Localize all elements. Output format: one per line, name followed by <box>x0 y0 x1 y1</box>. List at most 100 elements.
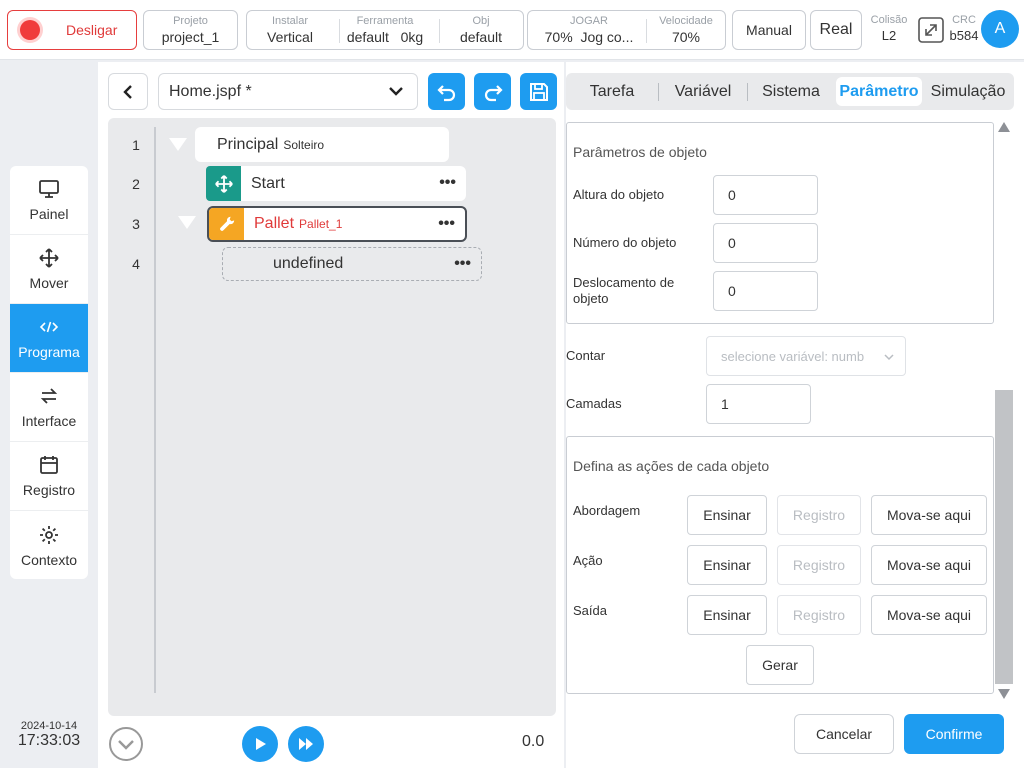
tab-bar: Tarefa Variável Sistema Parâmetro Simula… <box>566 73 1014 110</box>
nav-item-programa[interactable]: Programa <box>10 304 88 373</box>
crc-value: b584 <box>949 28 979 43</box>
tab-variavel[interactable]: Variável <box>659 73 747 110</box>
move-icon <box>206 166 241 201</box>
exit-record-button[interactable]: Registro <box>777 595 861 635</box>
tab-simulacao[interactable]: Simulação <box>924 73 1012 110</box>
cancel-button[interactable]: Cancelar <box>794 714 894 754</box>
count-select-placeholder: selecione variável: numb <box>721 348 865 364</box>
exit-move-here-button[interactable]: Mova-se aqui <box>871 595 987 635</box>
project-key: Projeto <box>173 15 208 27</box>
tree-node-principal[interactable]: Principal Solteiro <box>195 127 449 162</box>
install-tool-object-panel[interactable]: Instalar Vertical Ferramenta default 0kg… <box>246 10 524 50</box>
scroll-up-arrow-icon[interactable] <box>998 122 1010 132</box>
nav-label: Painel <box>29 206 69 222</box>
expand-icon[interactable] <box>918 17 944 43</box>
more-options-icon[interactable]: ••• <box>454 255 471 273</box>
action-move-here-button[interactable]: Mova-se aqui <box>871 545 987 585</box>
divider <box>646 19 647 43</box>
height-input[interactable]: 0 <box>713 175 818 215</box>
tool-weight: 0kg <box>400 29 424 45</box>
install-key: Instalar <box>271 15 309 27</box>
offset-label: Deslocamento de objeto <box>573 275 675 306</box>
jog-value: 70% <box>544 29 573 45</box>
install-value: Vertical <box>267 29 313 45</box>
more-options-icon[interactable]: ••• <box>439 174 456 192</box>
object-group-title: Parâmetros de objeto <box>573 144 707 160</box>
nav-item-registro[interactable]: Registro <box>10 442 88 511</box>
approach-move-here-button[interactable]: Mova-se aqui <box>871 495 987 535</box>
speed-readout: 0.0 <box>522 733 545 750</box>
power-indicator-icon <box>20 20 40 40</box>
date-text: 2024-10-14 <box>20 720 78 732</box>
tree-node-start[interactable]: Start ••• <box>206 166 466 201</box>
nav-item-interface[interactable]: Interface <box>10 373 88 442</box>
nav-item-painel[interactable]: Painel <box>10 166 88 235</box>
jog-key: JOGAR <box>570 15 608 27</box>
redo-button[interactable] <box>474 73 511 110</box>
wrench-icon <box>209 208 244 240</box>
top-bar: Desligar Projeto project_1 Instalar Vert… <box>0 0 1024 60</box>
collision-key: Colisão <box>870 14 908 26</box>
collapse-toggle-icon[interactable] <box>178 216 196 229</box>
nav-label: Contexto <box>20 551 78 568</box>
number-label: Número do objeto <box>573 235 677 250</box>
action-label: Ação <box>573 553 603 568</box>
gear-icon <box>40 525 58 544</box>
line-number: 4 <box>132 256 140 272</box>
collapse-toggle-icon[interactable] <box>169 138 187 151</box>
number-input[interactable]: 0 <box>713 223 818 263</box>
layers-input[interactable]: 1 <box>706 384 811 424</box>
jog-mode: Jog co... <box>580 29 634 45</box>
power-off-button[interactable]: Desligar <box>7 10 137 50</box>
generate-button[interactable]: Gerar <box>746 645 814 685</box>
line-number: 3 <box>132 216 140 232</box>
approach-teach-button[interactable]: Ensinar <box>687 495 767 535</box>
project-selector[interactable]: Projeto project_1 <box>143 10 238 50</box>
play-button[interactable] <box>242 726 278 762</box>
nav-item-contexto[interactable]: Contexto <box>10 511 88 579</box>
power-off-label: Desligar <box>66 22 118 38</box>
crc-key: CRC <box>952 14 976 26</box>
file-selector[interactable]: Home.jspf * <box>158 73 418 110</box>
tab-tarefa[interactable]: Tarefa <box>566 73 658 110</box>
fast-forward-icon <box>299 738 313 750</box>
offset-input[interactable]: 0 <box>713 271 818 311</box>
line-number: 1 <box>132 137 140 153</box>
exit-teach-button[interactable]: Ensinar <box>687 595 767 635</box>
manual-mode-button[interactable]: Manual <box>732 10 806 50</box>
action-record-button[interactable]: Registro <box>777 545 861 585</box>
action-teach-button[interactable]: Ensinar <box>687 545 767 585</box>
undo-button[interactable] <box>428 73 465 110</box>
node-name: undefined <box>273 255 344 272</box>
crc-indicator: CRC b584 <box>946 14 982 44</box>
tab-parametro[interactable]: Parâmetro <box>836 77 922 106</box>
scroll-down-arrow-icon[interactable] <box>998 689 1010 699</box>
scrollbar-thumb[interactable] <box>995 390 1013 684</box>
chevron-down-icon <box>884 354 894 361</box>
approach-record-button[interactable]: Registro <box>777 495 861 535</box>
back-button[interactable] <box>108 73 148 110</box>
play-icon <box>256 738 266 750</box>
user-avatar[interactable]: A <box>981 10 1019 48</box>
jog-speed-panel[interactable]: JOGAR 70% Jog co... Velocidade 70% <box>527 10 726 50</box>
chevron-left-icon <box>123 84 132 99</box>
tree-node-pallet[interactable]: Pallet Pallet_1 ••• <box>207 206 467 242</box>
save-icon <box>529 82 548 101</box>
speed-value: 70% <box>671 29 701 45</box>
scroll-down-button[interactable] <box>108 726 144 767</box>
more-options-icon[interactable]: ••• <box>438 215 455 233</box>
tab-sistema[interactable]: Sistema <box>748 73 834 110</box>
nav-item-mover[interactable]: Mover <box>10 235 88 304</box>
real-mode-button[interactable]: Real <box>810 10 862 50</box>
step-forward-button[interactable] <box>288 726 324 762</box>
side-navigation: Painel Mover Programa Interface Registro… <box>10 166 88 579</box>
count-variable-select[interactable]: selecione variável: numb <box>706 336 906 376</box>
divider <box>339 19 340 43</box>
save-button[interactable] <box>520 73 557 110</box>
confirm-button[interactable]: Confirme <box>904 714 1004 754</box>
nav-label: Registro <box>22 482 76 498</box>
approach-label: Abordagem <box>573 503 641 518</box>
exit-label: Saída <box>573 603 607 618</box>
obj-value: default <box>459 29 503 45</box>
tree-node-undefined[interactable]: undefined ••• <box>222 247 482 281</box>
